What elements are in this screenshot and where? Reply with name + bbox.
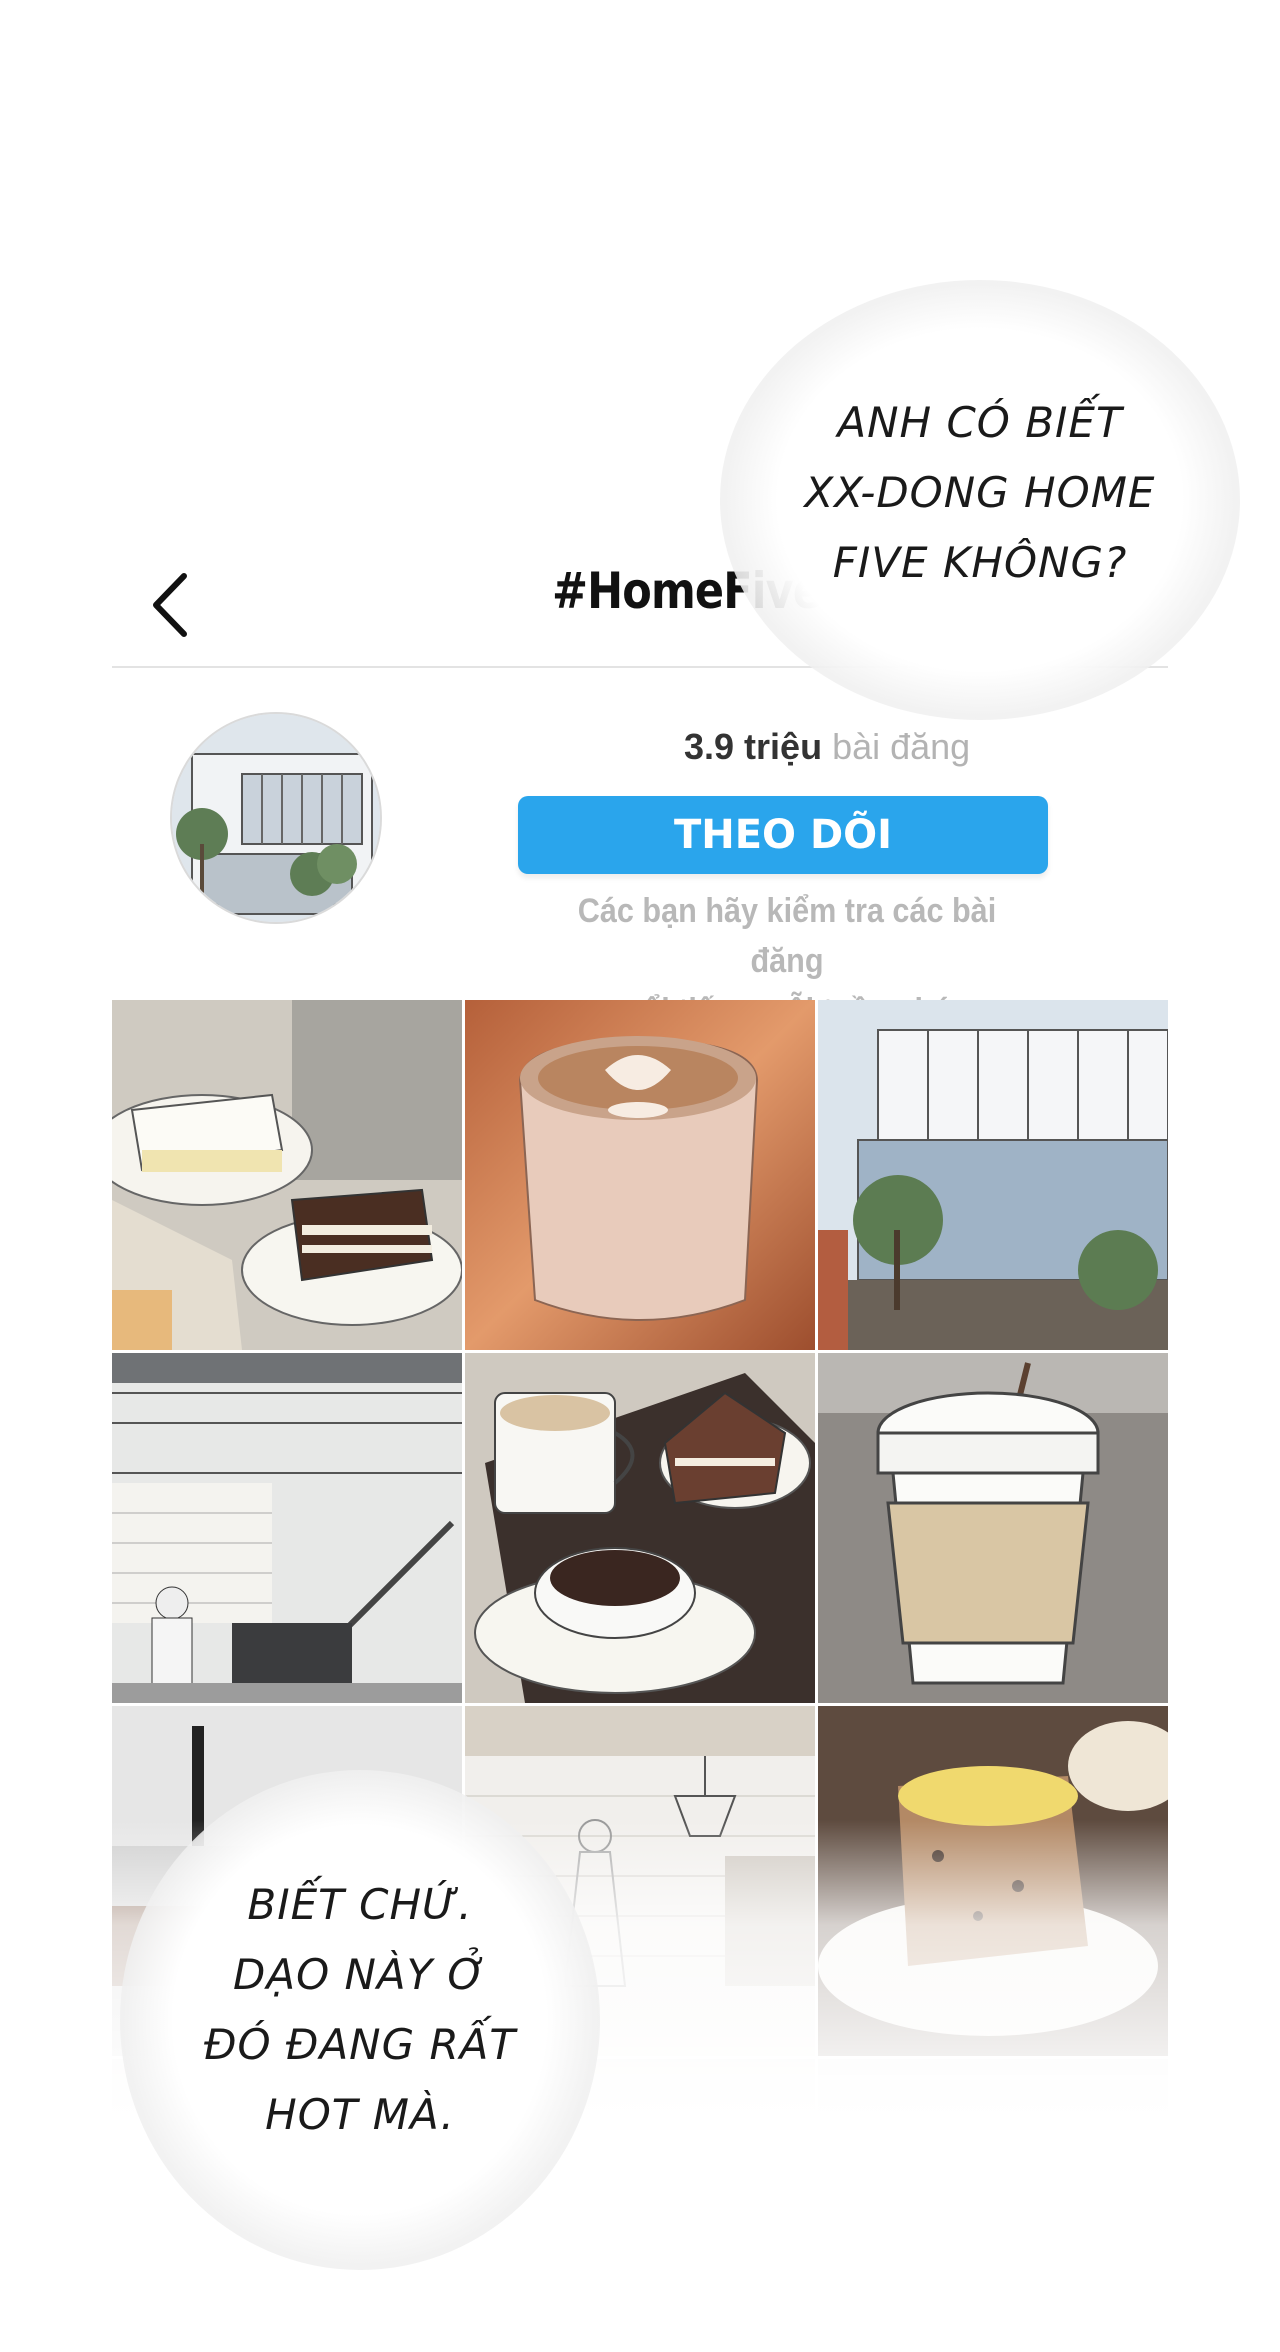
speech-text-top: ANH CÓ BIẾT XX-DONG HOME FIVE KHÔNG? <box>740 388 1220 598</box>
post-thumbnail-partial[interactable] <box>818 2059 1168 2119</box>
post-thumbnail-takeaway-coffee[interactable] <box>818 1353 1168 1703</box>
speech-line: ANH CÓ BIẾT <box>837 398 1123 447</box>
post-stats: 3.9 triệu bài đăng <box>684 726 970 768</box>
speech-line: HOT MÀ. <box>265 2090 455 2139</box>
speech-line: ĐÓ ĐANG RẤT <box>203 2020 517 2069</box>
post-count-label: bài đăng <box>832 726 971 767</box>
speech-text-bottom: BIẾT CHỨ. DẠO NÀY Ở ĐÓ ĐANG RẤT HOT MÀ. <box>150 1870 570 2150</box>
chevron-left-icon[interactable] <box>142 570 202 640</box>
speech-line: BIẾT CHỨ. <box>247 1880 473 1929</box>
follow-button[interactable]: THEO DÕI <box>518 796 1048 874</box>
speech-line: XX-DONG HOME <box>804 468 1156 517</box>
speech-line: DẠO NÀY Ở <box>233 1950 487 1999</box>
speech-line: FIVE KHÔNG? <box>832 538 1128 587</box>
post-count: 3.9 triệu <box>684 726 823 767</box>
post-thumbnail-coffee-and-cake[interactable] <box>465 1353 815 1703</box>
post-thumbnail-pound-cake[interactable] <box>818 1706 1168 2056</box>
post-thumbnail-cafe-interior-stairs[interactable] <box>112 1353 462 1703</box>
description-line: Các bạn hãy kiểm tra các bài đăng <box>577 892 997 980</box>
post-thumbnail-building-exterior[interactable] <box>818 1000 1168 1350</box>
post-thumbnail-cake-slices[interactable] <box>112 1000 462 1350</box>
avatar[interactable] <box>172 714 380 922</box>
post-thumbnail-latte-cup[interactable] <box>465 1000 815 1350</box>
